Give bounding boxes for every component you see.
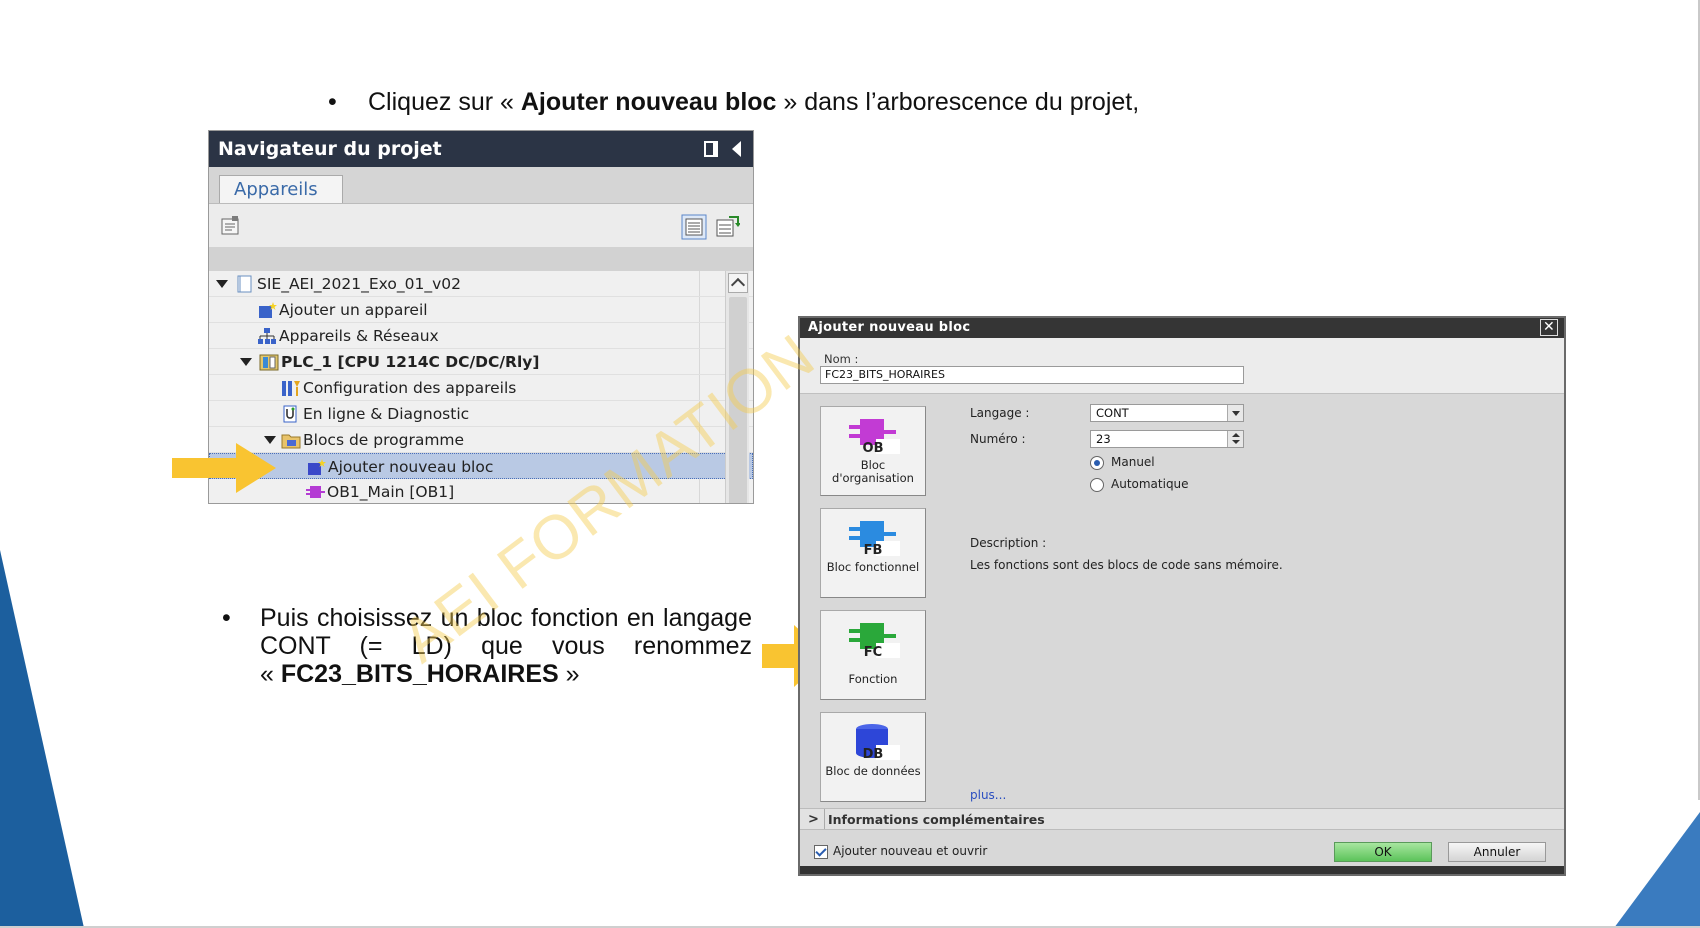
dialog-title: Ajouter nouveau bloc [808, 320, 971, 335]
language-label: Langage : [970, 406, 1030, 420]
project-icon [237, 275, 252, 293]
language-value: CONT [1096, 406, 1129, 420]
step2-bold: FC23_BITS_HORAIRES [280, 660, 559, 688]
block-label: Bloc d'organisation [832, 458, 914, 485]
add-and-open-checkbox[interactable] [814, 845, 828, 859]
navigator-tabbar: Appareils [209, 167, 753, 204]
bullet-dot: • [328, 88, 337, 116]
description-label: Description : [970, 536, 1047, 550]
step2-prefix: « [260, 660, 281, 688]
tree-item-devices-networks[interactable]: Appareils & Réseaux [209, 323, 753, 349]
project-tree: SIE_AEI_2021_Exo_01_v02 Ajouter un appar… [209, 271, 753, 503]
network-icon [258, 328, 276, 344]
properties-icon[interactable] [220, 215, 242, 237]
block-badge: DB [862, 747, 884, 762]
add-new-block-dialog: Ajouter nouveau bloc ✕ Nom : FC23_BITS_H… [798, 316, 1566, 876]
block-type-fc-button[interactable]: FC Fonction [820, 610, 926, 700]
details-view-icon[interactable] [714, 214, 740, 240]
radio-automatic[interactable] [1090, 478, 1104, 492]
block-type-fb-button[interactable]: FB Bloc fonctionnel [820, 508, 926, 598]
dock-icon[interactable] [704, 141, 718, 157]
device-config-icon [282, 381, 300, 396]
tree-label: OB1_Main [OB1] [327, 483, 455, 501]
tree-label: Configuration des appareils [303, 379, 517, 397]
scroll-up-icon[interactable] [728, 273, 748, 293]
ob-block-icon [306, 486, 325, 498]
chevron-right-icon[interactable]: > [808, 812, 819, 827]
add-block-icon [308, 459, 326, 475]
overview-view-icon[interactable] [681, 214, 707, 240]
description-text: Les fonctions sont des blocs de code san… [970, 558, 1283, 572]
block-label: Bloc de données [825, 764, 921, 778]
navigator-separator [209, 247, 753, 271]
expand-down-icon[interactable] [240, 358, 252, 366]
block-type-ob-button[interactable]: OB Bloc d'organisation [820, 406, 926, 496]
dialog-title-bar: Ajouter nouveau bloc ✕ [800, 318, 1564, 338]
ok-button[interactable]: OK [1334, 842, 1432, 862]
instruction-step-1: • Cliquez sur « Ajouter nouveau bloc » d… [328, 88, 1140, 117]
tree-item-ob1-main[interactable]: OB1_Main [OB1] [209, 479, 753, 503]
diagnostic-icon [283, 405, 297, 423]
language-select[interactable]: CONT [1090, 404, 1244, 422]
add-and-open-label: Ajouter nouveau et ouvrir [833, 844, 988, 858]
block-badge: FB [863, 543, 883, 558]
plc-icon [259, 354, 279, 371]
instruction-step-2: • Puis choisissez un bloc fonction en la… [218, 604, 752, 688]
step1-text-before: Cliquez sur « [368, 88, 521, 116]
tree-label: PLC_1 [CPU 1214C DC/DC/Rly] [281, 353, 540, 371]
tree-label: En ligne & Diagnostic [303, 405, 470, 423]
radio-automatic-label: Automatique [1111, 477, 1189, 491]
tree-label: Ajouter nouveau bloc [328, 458, 494, 476]
more-link[interactable]: plus... [970, 788, 1006, 802]
dialog-name-section: Nom : FC23_BITS_HORAIRES [800, 338, 1564, 394]
name-label: Nom : [824, 352, 859, 366]
block-badge: OB [862, 441, 884, 456]
name-input[interactable]: FC23_BITS_HORAIRES [820, 366, 1244, 384]
radio-manual-label: Manuel [1111, 455, 1155, 469]
navigator-title: Navigateur du projet [218, 138, 442, 160]
tree-label: Ajouter un appareil [279, 301, 428, 319]
navigator-toolbar [209, 203, 753, 247]
tree-label: SIE_AEI_2021_Exo_01_v02 [257, 275, 461, 293]
step2-suffix: » [558, 660, 580, 688]
project-navigator: Navigateur du projet Appareils SIE_AEI_2… [208, 130, 754, 504]
block-label: Fonction [848, 672, 898, 686]
tree-item-add-device[interactable]: Ajouter un appareil [209, 297, 753, 323]
tree-item-device-config[interactable]: Configuration des appareils [209, 375, 753, 401]
tab-appareils[interactable]: Appareils [219, 175, 343, 204]
spin-arrows-icon[interactable] [1227, 431, 1243, 447]
tree-label: Appareils & Réseaux [279, 327, 439, 345]
close-icon[interactable]: ✕ [1540, 319, 1558, 336]
tree-item-program-blocks[interactable]: Blocs de programme [209, 427, 753, 453]
bullet-dot: • [222, 604, 231, 632]
add-device-icon [259, 302, 277, 318]
tree-scrollbar[interactable] [725, 271, 749, 503]
scroll-thumb[interactable] [729, 297, 747, 503]
dialog-footer: Ajouter nouveau et ouvrir OK Annuler [800, 830, 1564, 874]
cancel-button[interactable]: Annuler [1448, 842, 1546, 862]
block-type-db-button[interactable]: DB Bloc de données [820, 712, 926, 802]
number-value: 23 [1096, 432, 1111, 446]
navigator-title-bar: Navigateur du projet [209, 131, 753, 167]
additional-info-label: Informations complémentaires [828, 812, 1045, 827]
arrow-right-icon [172, 443, 276, 493]
step2-text: Puis choisissez un bloc fonction en lang… [260, 604, 752, 660]
block-label: Bloc fonctionnel [826, 560, 920, 574]
folder-icon [281, 434, 301, 449]
additional-info-bar[interactable]: > Informations complémentaires [800, 808, 1564, 830]
step1-text-after: » dans l’arborescence du projet, [776, 88, 1140, 116]
number-label: Numéro : [970, 432, 1026, 446]
chevron-down-icon[interactable] [1227, 405, 1243, 421]
block-badge: FC [863, 645, 883, 660]
collapse-left-icon[interactable] [732, 141, 741, 157]
tree-item-add-new-block[interactable]: Ajouter nouveau bloc [209, 453, 753, 479]
step1-bold: Ajouter nouveau bloc [520, 88, 777, 116]
tree-item-online-diagnostic[interactable]: En ligne & Diagnostic [209, 401, 753, 427]
tree-item-project[interactable]: SIE_AEI_2021_Exo_01_v02 [209, 271, 753, 297]
radio-manual[interactable] [1090, 456, 1104, 470]
number-stepper[interactable]: 23 [1090, 430, 1244, 448]
tree-label: Blocs de programme [303, 431, 465, 449]
expand-down-icon[interactable] [216, 280, 228, 288]
tree-item-plc[interactable]: PLC_1 [CPU 1214C DC/DC/Rly] [209, 349, 753, 375]
